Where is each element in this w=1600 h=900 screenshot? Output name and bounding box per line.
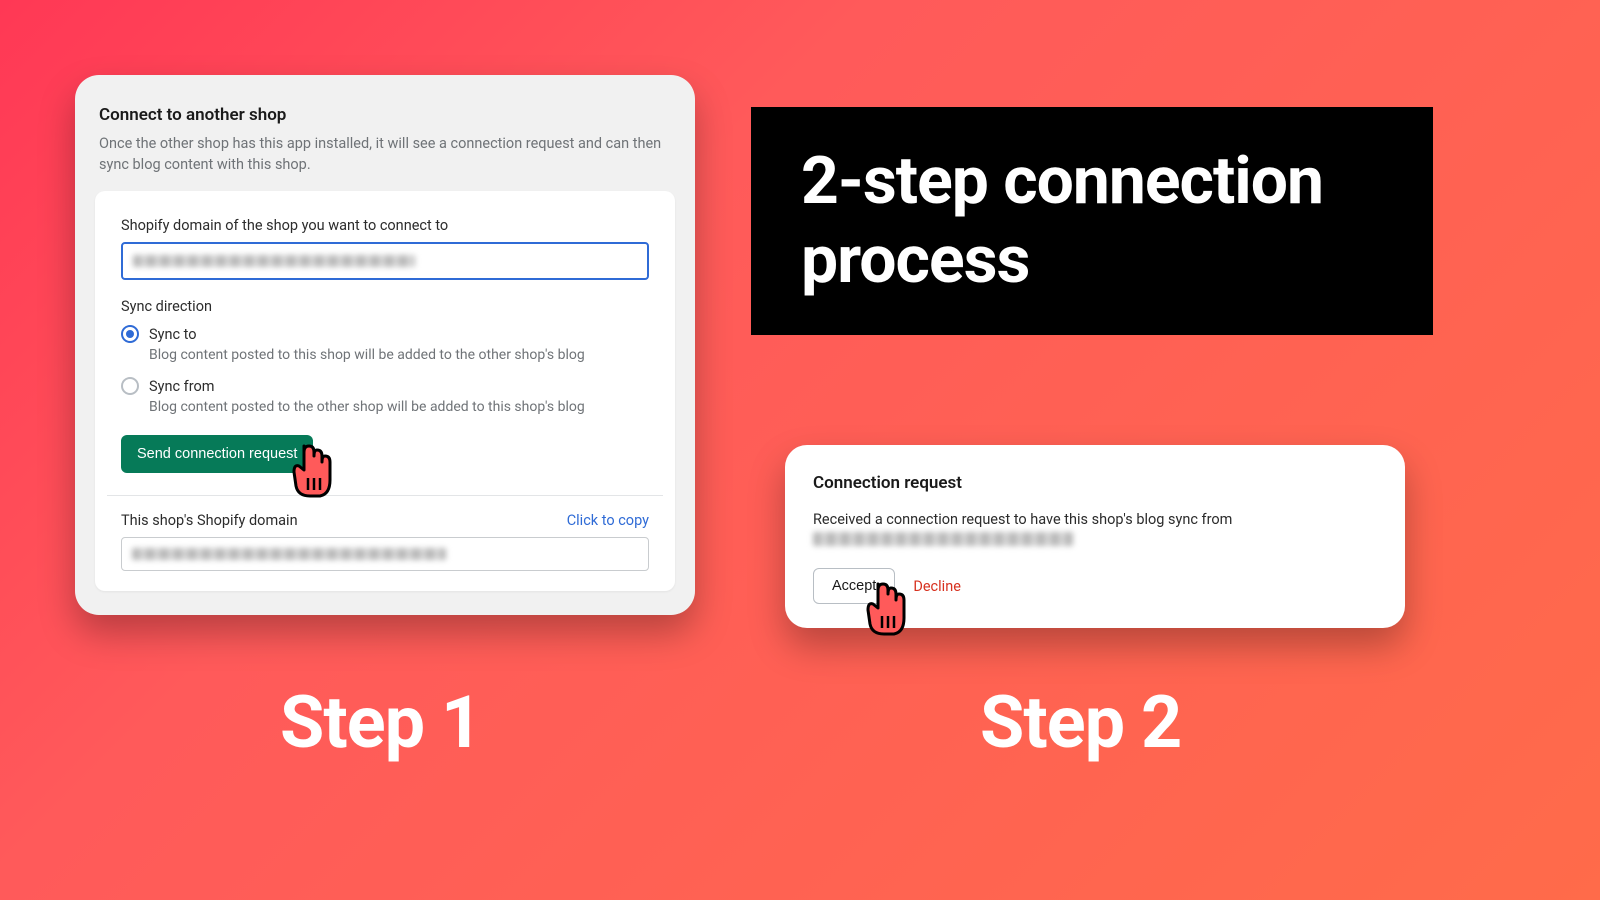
step-1-label: Step 1 — [280, 680, 481, 765]
sync-direction-label: Sync direction — [121, 298, 649, 315]
step-2-label: Step 2 — [980, 680, 1181, 765]
sync-from-help: Blog content posted to the other shop wi… — [149, 399, 649, 415]
sync-to-help: Blog content posted to this shop will be… — [149, 347, 649, 363]
radio-sync-from[interactable]: Sync from — [121, 377, 649, 395]
card1-title: Connect to another shop — [99, 105, 671, 125]
card1-inner: Shopify domain of the shop you want to c… — [95, 191, 675, 591]
radio-sync-from-label: Sync from — [149, 378, 214, 395]
divider — [107, 495, 663, 496]
click-to-copy-link[interactable]: Click to copy — [567, 512, 649, 529]
card2-title: Connection request — [813, 473, 1377, 493]
domain-input-label: Shopify domain of the shop you want to c… — [121, 217, 649, 234]
send-connection-request-button[interactable]: Send connection request — [121, 435, 313, 473]
this-domain-value — [132, 548, 446, 560]
card1-desc: Once the other shop has this app install… — [99, 133, 671, 175]
connect-card: Connect to another shop Once the other s… — [75, 75, 695, 615]
connection-request-card: Connection request Received a connection… — [785, 445, 1405, 628]
radio-icon — [121, 377, 139, 395]
this-shop-domain-field[interactable] — [121, 537, 649, 571]
card2-msg: Received a connection request to have th… — [813, 511, 1377, 528]
this-domain-row: This shop's Shopify domain Click to copy — [121, 512, 649, 529]
card1-header: Connect to another shop Once the other s… — [75, 105, 695, 191]
card2-source-domain — [813, 532, 1073, 546]
sync-direction-section: Sync direction Sync to Blog content post… — [121, 298, 649, 415]
domain-input-value — [133, 255, 415, 267]
banner-title: 2-step connection process — [801, 142, 1383, 300]
radio-sync-to-label: Sync to — [149, 326, 197, 343]
decline-link[interactable]: Decline — [913, 578, 961, 595]
radio-sync-to[interactable]: Sync to — [121, 325, 649, 343]
shopify-domain-input[interactable] — [121, 242, 649, 280]
radio-icon — [121, 325, 139, 343]
title-banner: 2-step connection process — [751, 107, 1433, 335]
accept-button[interactable]: Accept — [813, 568, 895, 604]
this-domain-label: This shop's Shopify domain — [121, 512, 298, 529]
card2-actions: Accept Decline — [813, 568, 1377, 604]
